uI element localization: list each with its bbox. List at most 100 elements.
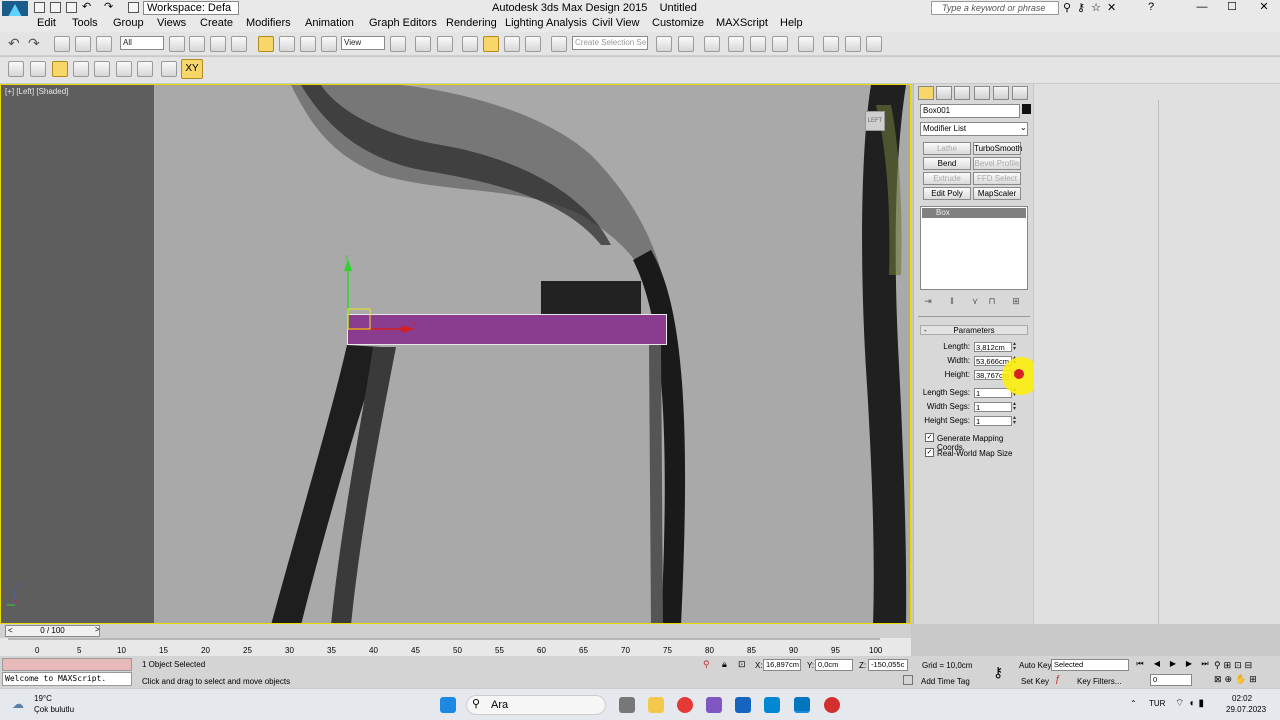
- hierarchy-tab-icon[interactable]: [954, 86, 970, 100]
- length-segs-field[interactable]: 1: [974, 388, 1012, 398]
- edit-poly-button[interactable]: Edit Poly: [923, 187, 971, 200]
- display-tab-icon[interactable]: [993, 86, 1009, 100]
- recorder-icon[interactable]: [824, 697, 840, 713]
- rendered-frame-icon[interactable]: [845, 36, 861, 52]
- tray-status-icons[interactable]: ⌔◖▮: [1175, 697, 1208, 710]
- create-tab-icon[interactable]: [918, 86, 934, 100]
- menu-edit[interactable]: Edit: [37, 17, 56, 29]
- mapscaler-button[interactable]: MapScaler: [973, 187, 1021, 200]
- windows-start-icon[interactable]: [440, 697, 456, 713]
- absolute-mode-icon[interactable]: ⊡: [738, 659, 746, 670]
- snap-vertex-icon[interactable]: [52, 61, 68, 77]
- width-segs-field[interactable]: 1: [974, 402, 1012, 412]
- curve-editor-icon[interactable]: [750, 36, 766, 52]
- width-segs-spinner[interactable]: ▴ ▾: [1013, 401, 1019, 412]
- clock-date[interactable]: 29.07.2023: [1226, 705, 1266, 714]
- tray-chevron-icon[interactable]: ⌃: [1130, 699, 1137, 708]
- file-explorer-icon[interactable]: [648, 697, 664, 713]
- select-move-icon[interactable]: [258, 36, 274, 52]
- redo-icon[interactable]: ↷: [28, 35, 40, 52]
- 3dsmax-icon[interactable]: [794, 697, 810, 713]
- menu-modifiers[interactable]: Modifiers: [246, 17, 291, 29]
- axis-xy-button[interactable]: XY: [181, 59, 203, 79]
- menu-animation[interactable]: Animation: [305, 17, 354, 29]
- height-segs-spinner[interactable]: ▴ ▾: [1013, 415, 1019, 426]
- window-crossing-icon[interactable]: [231, 36, 247, 52]
- rect-selection-icon[interactable]: [210, 36, 226, 52]
- key-mode-dropdown[interactable]: Selected: [1051, 659, 1129, 671]
- lathe-button[interactable]: Lathe: [923, 142, 971, 155]
- notepad-icon[interactable]: [735, 697, 751, 713]
- pivot-center-icon[interactable]: [390, 36, 406, 52]
- make-unique-icon[interactable]: ⋎: [969, 295, 981, 307]
- goto-end-icon[interactable]: ⏭: [1198, 658, 1212, 670]
- named-selection-dropdown[interactable]: Create Selection Se: [572, 36, 648, 50]
- keyboard-shortcut-icon[interactable]: [437, 36, 453, 52]
- open-file-icon[interactable]: [50, 2, 61, 13]
- time-next-icon[interactable]: >: [95, 625, 100, 634]
- goto-start-icon[interactable]: ⏮: [1133, 658, 1147, 670]
- add-time-tag[interactable]: Add Time Tag: [921, 677, 970, 686]
- snap-face-icon[interactable]: [137, 61, 153, 77]
- auto-key-button[interactable]: Auto Key: [1019, 661, 1051, 670]
- snap-edge-icon[interactable]: [116, 61, 132, 77]
- ffd-select-button[interactable]: FFD Select: [973, 172, 1021, 185]
- clock-time[interactable]: 02:02: [1232, 694, 1252, 703]
- viewport-nav-icons[interactable]: ⚲⊞⊡⊟ ⊠⊕✋⊞: [1214, 658, 1278, 686]
- z-coord-field[interactable]: -150,055c: [868, 659, 908, 671]
- object-color-swatch[interactable]: [1022, 104, 1031, 114]
- snap-grid-icon[interactable]: [8, 61, 24, 77]
- select-by-name-icon[interactable]: [189, 36, 205, 52]
- angle-snap-icon[interactable]: [483, 36, 499, 52]
- graphite-ribbon-icon[interactable]: [728, 36, 744, 52]
- maxscript-listener[interactable]: Welcome to MAXScript.: [2, 672, 132, 686]
- unlink-icon[interactable]: [75, 36, 91, 52]
- snap-center-icon[interactable]: [161, 61, 177, 77]
- x-coord-field[interactable]: 16,897cm: [763, 659, 801, 671]
- task-view-icon[interactable]: [619, 697, 635, 713]
- stack-item-box[interactable]: Box: [922, 208, 1026, 218]
- real-world-map-checkbox[interactable]: ✓: [925, 448, 934, 457]
- save-file-icon[interactable]: [66, 2, 77, 13]
- autocad-icon[interactable]: [764, 697, 780, 713]
- maxscript-listener-pink[interactable]: [2, 658, 132, 671]
- snap-endpoint-icon[interactable]: [73, 61, 89, 77]
- taskbar-search[interactable]: Ara: [466, 695, 606, 715]
- time-prev-icon[interactable]: <: [8, 626, 13, 636]
- render-setup-icon[interactable]: [823, 36, 839, 52]
- redo-icon[interactable]: ↷: [104, 0, 113, 13]
- project-folder-icon[interactable]: [128, 2, 139, 13]
- rollout-collapse-toggle[interactable]: -: [924, 326, 927, 335]
- bend-button[interactable]: Bend: [923, 157, 971, 170]
- menu-tools[interactable]: Tools: [72, 17, 98, 29]
- configure-modifier-sets-icon[interactable]: ⊞: [1010, 295, 1022, 307]
- length-spinner[interactable]: ▴ ▾: [1013, 341, 1019, 352]
- menu-create[interactable]: Create: [200, 17, 233, 29]
- modifier-list-dropdown[interactable]: Modifier List: [920, 122, 1028, 136]
- layer-manager-icon[interactable]: [704, 36, 720, 52]
- place-icon[interactable]: [321, 36, 337, 52]
- ref-coord-dropdown[interactable]: View: [341, 36, 385, 50]
- utilities-tab-icon[interactable]: [1012, 86, 1028, 100]
- percent-snap-icon[interactable]: [504, 36, 520, 52]
- snaps-toggle-icon[interactable]: [462, 36, 478, 52]
- edit-named-selection-icon[interactable]: [551, 36, 567, 52]
- weather-icon[interactable]: ☁: [12, 697, 24, 711]
- schematic-view-icon[interactable]: [772, 36, 788, 52]
- key-filters-button[interactable]: Key Filters...: [1077, 677, 1121, 686]
- menu-views[interactable]: Views: [157, 17, 186, 29]
- parameters-rollout[interactable]: - Parameters: [920, 325, 1028, 335]
- key-filter-icon[interactable]: ƒ: [1055, 674, 1061, 685]
- select-rotate-icon[interactable]: [279, 36, 295, 52]
- viewport-label[interactable]: [+] [Left] [Shaded]: [5, 87, 68, 96]
- chrome-icon[interactable]: [677, 697, 693, 713]
- snap-midpoint-icon[interactable]: [94, 61, 110, 77]
- workspace-dropdown[interactable]: Workspace: Defa: [143, 1, 239, 15]
- menu-group[interactable]: Group: [113, 17, 144, 29]
- modifier-stack[interactable]: Box: [920, 206, 1028, 290]
- messenger-icon[interactable]: [706, 697, 722, 713]
- menu-customize[interactable]: Customize: [652, 17, 704, 29]
- infocenter-icons[interactable]: ⚲⚷☆✕: [1063, 1, 1122, 14]
- new-file-icon[interactable]: [34, 2, 45, 13]
- y-coord-field[interactable]: 0,0cm: [815, 659, 853, 671]
